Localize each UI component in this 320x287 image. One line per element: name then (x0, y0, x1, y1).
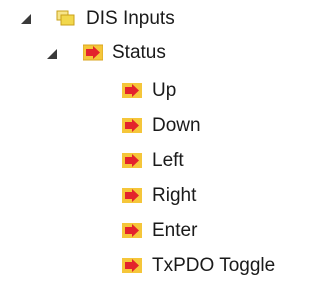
input-variable-icon (122, 223, 142, 238)
tree-node-enter[interactable]: Enter (0, 215, 311, 247)
expanded-triangle-icon[interactable] (45, 47, 59, 61)
input-variable-icon (122, 188, 142, 203)
tree-node-label: Up (152, 80, 177, 101)
tree-node-up[interactable]: Up (0, 75, 311, 107)
tree-node-label: Down (152, 115, 201, 136)
folder-icon (56, 10, 75, 26)
tree-view: DIS Inputs Status Up Down Left Right Ent… (0, 0, 311, 287)
tree-node-dis-inputs[interactable]: DIS Inputs (0, 3, 311, 35)
tree-node-label: Right (152, 185, 197, 206)
input-variable-icon (122, 83, 142, 98)
tree-node-status[interactable]: Status (0, 37, 311, 69)
tree-node-label: Enter (152, 220, 198, 241)
expanded-triangle-icon[interactable] (19, 12, 33, 26)
tree-node-label: TxPDO Toggle (152, 255, 276, 276)
tree-node-label: Left (152, 150, 184, 171)
tree-node-right[interactable]: Right (0, 180, 311, 212)
input-variable-icon (122, 153, 142, 168)
tree-node-left[interactable]: Left (0, 145, 311, 177)
tree-node-down[interactable]: Down (0, 110, 311, 142)
input-variable-icon (122, 118, 142, 133)
input-variable-icon (122, 258, 142, 273)
tree-node-label: DIS Inputs (86, 8, 175, 29)
input-variable-icon (83, 44, 103, 61)
tree-node-txpdo-toggle[interactable]: TxPDO Toggle (0, 250, 311, 282)
tree-node-label: Status (112, 42, 166, 63)
